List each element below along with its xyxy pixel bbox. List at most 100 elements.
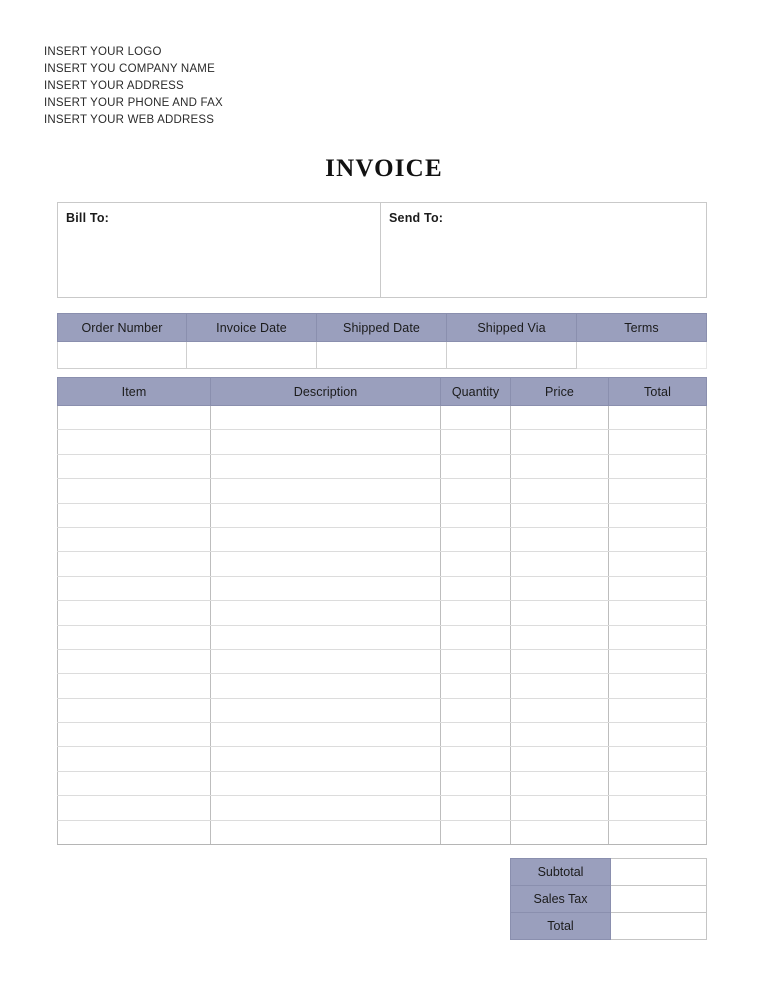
line-item-cell[interactable] [608, 405, 707, 431]
line-item-cell[interactable] [440, 454, 511, 480]
line-item-cell[interactable] [57, 551, 211, 577]
line-item-cell[interactable] [210, 673, 441, 699]
line-item-cell[interactable] [210, 503, 441, 528]
line-item-cell[interactable] [608, 820, 707, 846]
line-item-cell[interactable] [510, 820, 609, 846]
line-item-cell[interactable] [510, 673, 609, 699]
line-item-cell[interactable] [210, 771, 441, 797]
line-item-cell[interactable] [57, 625, 211, 650]
line-item-cell[interactable] [510, 478, 609, 504]
order-info-value-shipped-via[interactable] [446, 341, 577, 369]
line-item-cell[interactable] [440, 698, 511, 724]
order-info-value-order-number[interactable] [57, 341, 187, 369]
line-item-cell[interactable] [510, 795, 609, 821]
line-item-cell[interactable] [57, 478, 211, 504]
line-item-cell[interactable] [510, 698, 609, 724]
line-item-cell[interactable] [440, 405, 511, 431]
line-item-cell[interactable] [210, 576, 441, 602]
line-item-cell[interactable] [210, 527, 441, 553]
line-item-cell[interactable] [608, 722, 707, 748]
line-item-cell[interactable] [440, 820, 511, 846]
line-item-cell[interactable] [57, 771, 211, 797]
line-item-cell[interactable] [440, 478, 511, 504]
line-item-cell[interactable] [57, 649, 211, 675]
line-item-cell[interactable] [510, 771, 609, 797]
line-item-cell[interactable] [510, 600, 609, 626]
line-item-cell[interactable] [510, 722, 609, 748]
line-item-cell[interactable] [608, 576, 707, 602]
line-item-cell[interactable] [440, 649, 511, 675]
totals-value[interactable] [610, 858, 707, 886]
line-item-cell[interactable] [510, 503, 609, 528]
line-item-cell[interactable] [510, 405, 609, 431]
line-item-cell[interactable] [57, 576, 211, 602]
line-item-cell[interactable] [608, 625, 707, 650]
line-item-cell[interactable] [210, 551, 441, 577]
line-item-cell[interactable] [57, 746, 211, 772]
line-item-cell[interactable] [440, 771, 511, 797]
line-item-cell[interactable] [440, 673, 511, 699]
line-item-cell[interactable] [57, 698, 211, 724]
bill-to-cell[interactable]: Bill To: [58, 203, 381, 297]
line-item-cell[interactable] [510, 551, 609, 577]
line-item-cell[interactable] [440, 795, 511, 821]
line-item-cell[interactable] [608, 698, 707, 724]
totals-value[interactable] [610, 885, 707, 913]
line-item-cell[interactable] [210, 820, 441, 846]
line-item-cell[interactable] [608, 746, 707, 772]
line-item-cell[interactable] [440, 576, 511, 602]
line-item-cell[interactable] [57, 454, 211, 480]
line-item-cell[interactable] [440, 625, 511, 650]
line-item-cell[interactable] [57, 600, 211, 626]
line-item-cell[interactable] [57, 820, 211, 846]
line-item-cell[interactable] [608, 478, 707, 504]
line-item-cell[interactable] [440, 551, 511, 577]
line-item-cell[interactable] [510, 625, 609, 650]
line-item-cell[interactable] [608, 600, 707, 626]
line-item-cell[interactable] [510, 429, 609, 455]
line-item-cell[interactable] [510, 527, 609, 553]
line-item-cell[interactable] [608, 795, 707, 821]
line-item-cell[interactable] [608, 454, 707, 480]
line-item-cell[interactable] [440, 722, 511, 748]
order-info-value-shipped-date[interactable] [316, 341, 447, 369]
send-to-cell[interactable]: Send To: [381, 203, 706, 297]
line-item-cell[interactable] [210, 795, 441, 821]
line-item-cell[interactable] [440, 527, 511, 553]
line-item-cell[interactable] [210, 429, 441, 455]
line-item-cell[interactable] [210, 405, 441, 431]
line-item-cell[interactable] [510, 649, 609, 675]
line-item-cell[interactable] [210, 722, 441, 748]
line-item-cell[interactable] [440, 746, 511, 772]
line-item-cell[interactable] [57, 673, 211, 699]
line-item-cell[interactable] [210, 746, 441, 772]
line-item-cell[interactable] [210, 649, 441, 675]
line-item-cell[interactable] [608, 771, 707, 797]
line-item-cell[interactable] [608, 551, 707, 577]
line-item-cell[interactable] [510, 576, 609, 602]
line-item-cell[interactable] [608, 673, 707, 699]
line-item-cell[interactable] [210, 698, 441, 724]
line-item-cell[interactable] [57, 429, 211, 455]
line-item-cell[interactable] [608, 527, 707, 553]
line-item-cell[interactable] [440, 503, 511, 528]
order-info-value-invoice-date[interactable] [186, 341, 317, 369]
line-item-cell[interactable] [57, 795, 211, 821]
line-item-cell[interactable] [57, 503, 211, 528]
line-item-cell[interactable] [210, 454, 441, 480]
line-item-cell[interactable] [608, 503, 707, 528]
order-info-value-terms[interactable] [576, 341, 707, 369]
line-item-cell[interactable] [210, 600, 441, 626]
line-item-cell[interactable] [57, 722, 211, 748]
line-item-cell[interactable] [57, 405, 211, 431]
line-item-cell[interactable] [57, 527, 211, 553]
line-item-cell[interactable] [510, 746, 609, 772]
line-item-cell[interactable] [440, 429, 511, 455]
line-item-cell[interactable] [210, 478, 441, 504]
line-item-cell[interactable] [440, 600, 511, 626]
totals-value[interactable] [610, 912, 707, 940]
line-item-cell[interactable] [210, 625, 441, 650]
line-item-cell[interactable] [608, 649, 707, 675]
line-item-cell[interactable] [510, 454, 609, 480]
line-item-cell[interactable] [608, 429, 707, 455]
